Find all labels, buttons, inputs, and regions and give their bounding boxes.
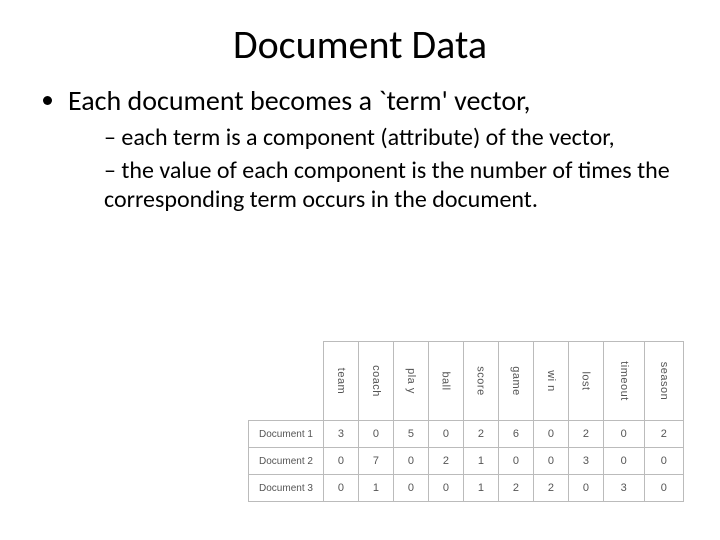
bullet-list-level2: each term is a component (attribute) of …: [68, 124, 680, 214]
cell: 0: [603, 421, 644, 448]
col-head-game: game: [498, 342, 533, 421]
cell: 6: [498, 421, 533, 448]
cell: 5: [393, 421, 428, 448]
row-head-doc2: Document 2: [249, 448, 324, 475]
slide: Document Data Each document becomes a `t…: [0, 0, 720, 540]
bullet-l1-0: Each document becomes a `term' vector, e…: [68, 83, 680, 214]
cell: 0: [533, 448, 568, 475]
col-head-play: pla y: [393, 342, 428, 421]
col-head-season: season: [644, 342, 683, 421]
col-head-score: score: [463, 342, 498, 421]
table-corner-blank: [249, 342, 324, 421]
table-header-row: team coach pla y ball score game wi n lo…: [249, 342, 684, 421]
col-label: pla y: [405, 368, 417, 394]
cell: 0: [428, 475, 463, 502]
cell: 2: [644, 421, 683, 448]
row-head-doc1: Document 1: [249, 421, 324, 448]
cell: 2: [498, 475, 533, 502]
col-label: coach: [370, 365, 382, 397]
cell: 0: [393, 475, 428, 502]
col-label: ball: [440, 371, 452, 390]
col-label: score: [475, 366, 487, 395]
cell: 2: [568, 421, 603, 448]
cell: 2: [428, 448, 463, 475]
cell: 3: [603, 475, 644, 502]
col-head-ball: ball: [428, 342, 463, 421]
cell: 0: [568, 475, 603, 502]
bullet-l2-0: each term is a component (attribute) of …: [104, 124, 680, 153]
cell: 0: [323, 475, 358, 502]
cell: 0: [498, 448, 533, 475]
col-label: wi n: [545, 370, 557, 392]
col-head-coach: coach: [358, 342, 393, 421]
cell: 0: [358, 421, 393, 448]
term-vector-table-container: team coach pla y ball score game wi n lo…: [248, 341, 684, 502]
table-row: Document 2 0 7 0 2 1 0 0 3 0 0: [249, 448, 684, 475]
col-head-win: wi n: [533, 342, 568, 421]
col-label: season: [658, 362, 670, 400]
cell: 2: [463, 421, 498, 448]
col-label: team: [335, 368, 347, 394]
slide-title: Document Data: [40, 20, 680, 69]
cell: 3: [323, 421, 358, 448]
col-head-lost: lost: [568, 342, 603, 421]
cell: 2: [533, 475, 568, 502]
bullet-l2-1: the value of each component is the numbe…: [104, 157, 680, 215]
cell: 0: [533, 421, 568, 448]
col-head-team: team: [323, 342, 358, 421]
term-vector-table: team coach pla y ball score game wi n lo…: [248, 341, 684, 502]
cell: 1: [358, 475, 393, 502]
table-row: Document 1 3 0 5 0 2 6 0 2 0 2: [249, 421, 684, 448]
cell: 0: [644, 475, 683, 502]
bullet-l1-0-text: Each document becomes a `term' vector,: [68, 83, 530, 118]
bullet-list-level1: Each document becomes a `term' vector, e…: [40, 83, 680, 214]
cell: 7: [358, 448, 393, 475]
col-label: timeout: [618, 361, 630, 401]
cell: 3: [568, 448, 603, 475]
table-row: Document 3 0 1 0 0 1 2 2 0 3 0: [249, 475, 684, 502]
cell: 0: [644, 448, 683, 475]
cell: 0: [323, 448, 358, 475]
col-head-timeout: timeout: [603, 342, 644, 421]
row-head-doc3: Document 3: [249, 475, 324, 502]
cell: 0: [603, 448, 644, 475]
cell: 1: [463, 448, 498, 475]
col-label: lost: [580, 371, 592, 390]
cell: 1: [463, 475, 498, 502]
cell: 0: [428, 421, 463, 448]
col-label: game: [510, 366, 522, 396]
cell: 0: [393, 448, 428, 475]
